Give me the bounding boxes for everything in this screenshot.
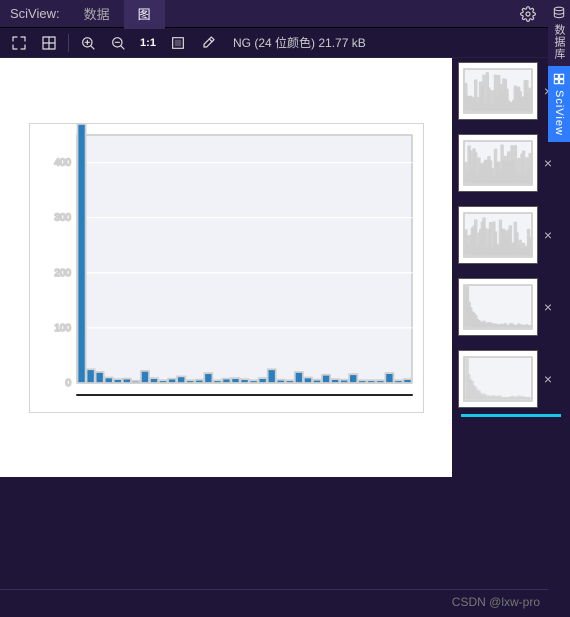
sciview-toolwindow-button[interactable]: SciView <box>548 66 570 142</box>
thumbnail-item[interactable] <box>458 62 538 120</box>
watermark-text: CSDN @lxw-pro <box>452 595 540 609</box>
thumbnail-row: × <box>452 350 570 408</box>
thumbnail-item[interactable] <box>458 350 538 408</box>
svg-text:0: 0 <box>65 378 71 389</box>
right-toolstrip: 数据库 SciView <box>548 0 570 142</box>
status-text: NG (24 位颜色) 21.77 kB <box>233 34 366 51</box>
database-label: 数据库 <box>551 24 567 60</box>
fit-screen-icon[interactable] <box>6 30 32 56</box>
thumbnail-item[interactable] <box>458 134 538 192</box>
thumbnail-selection-indicator <box>461 414 561 417</box>
plot-viewer[interactable]: 0 100 200 300 400 <box>0 58 452 477</box>
tab-plot[interactable]: 图 <box>124 0 165 29</box>
settings-icon[interactable] <box>514 0 542 28</box>
thumbnail-row: × <box>452 206 570 264</box>
zoom-in-icon[interactable] <box>75 30 101 56</box>
svg-text:400: 400 <box>54 157 71 168</box>
svg-text:100: 100 <box>54 322 71 333</box>
titlebar: SciView: 数据 图 <box>0 0 570 28</box>
thumbnail-row: × <box>452 134 570 192</box>
app-title: SciView: <box>0 6 70 21</box>
main-area: 0100200300400 ××××× <box>0 58 570 617</box>
thumbnail-row: × <box>452 278 570 336</box>
tab-data[interactable]: 数据 <box>70 0 124 29</box>
thumbnail-close-icon[interactable]: × <box>538 206 558 264</box>
toolbar: 1:1 NG (24 位颜色) 21.77 kB <box>0 28 570 58</box>
zoom-actual-button[interactable]: 1:1 <box>135 30 161 56</box>
grid-icon[interactable] <box>36 30 62 56</box>
zoom-out-icon[interactable] <box>105 30 131 56</box>
main-histogram-chart: 0 100 200 300 400 <box>29 123 424 413</box>
svg-text:200: 200 <box>54 267 71 278</box>
thumbnail-item[interactable] <box>458 278 538 336</box>
sciview-label: SciView <box>553 90 565 136</box>
database-toolwindow-button[interactable]: 数据库 <box>548 0 570 66</box>
thumbnail-close-icon[interactable]: × <box>538 350 558 408</box>
thumbnail-close-icon[interactable]: × <box>538 278 558 336</box>
color-picker-icon[interactable] <box>195 30 221 56</box>
toggle-frame-icon[interactable] <box>165 30 191 56</box>
thumbnail-close-icon[interactable]: × <box>538 134 558 192</box>
svg-text:300: 300 <box>54 212 71 223</box>
thumbnail-item[interactable] <box>458 206 538 264</box>
